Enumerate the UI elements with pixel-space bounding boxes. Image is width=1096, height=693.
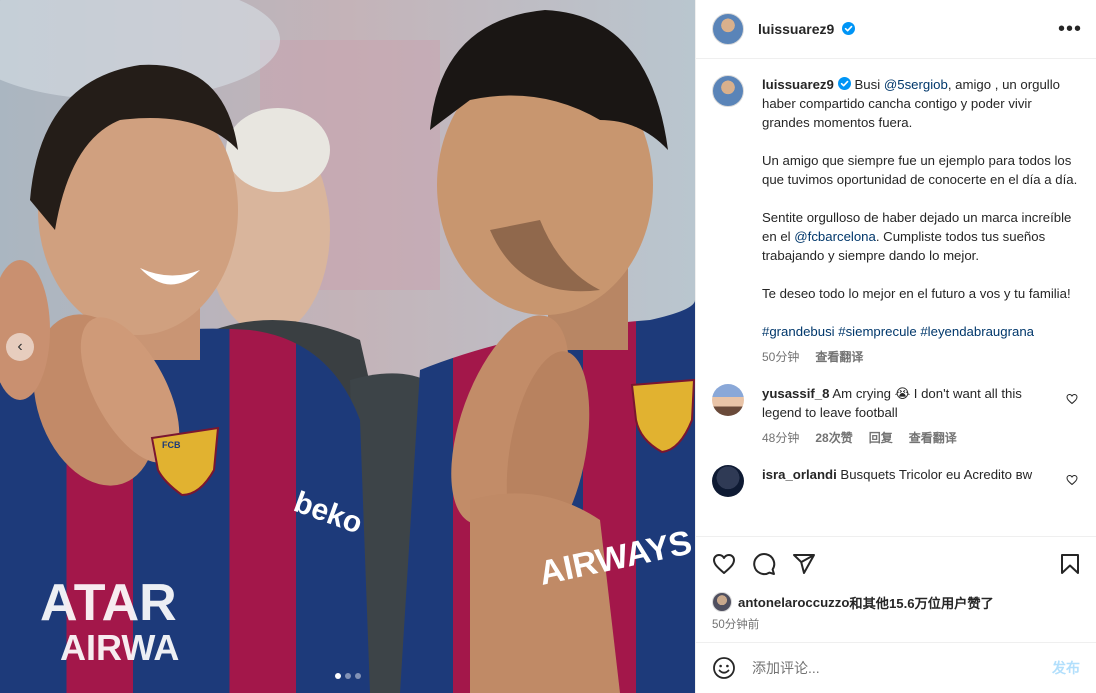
comments-section: luissuarez9 Busi @5sergiob, amigo , un o… <box>696 59 1096 536</box>
author-avatar[interactable] <box>712 13 744 45</box>
svg-text:ATAR: ATAR <box>40 574 177 632</box>
post-header: luissuarez9 ••• <box>696 0 1096 59</box>
reply-button[interactable]: 回复 <box>869 429 893 448</box>
svg-text:AIRWA: AIRWA <box>60 627 179 668</box>
comment-bubble-icon[interactable] <box>752 552 776 576</box>
commenter-avatar[interactable] <box>712 465 744 497</box>
mention-link[interactable]: @5sergiob <box>884 77 948 92</box>
carousel-dot <box>344 673 351 679</box>
carousel-indicator <box>0 673 695 679</box>
emoji-icon[interactable] <box>712 656 736 680</box>
previous-photo-button[interactable]: ‹ <box>6 333 34 361</box>
commenter-avatar[interactable] <box>712 384 744 416</box>
likes-count-text[interactable]: 和其他15.6万位用户赞了 <box>849 593 993 612</box>
caption-time: 50分钟 <box>762 350 800 364</box>
hashtags[interactable]: #grandebusi #siemprecule #leyendabraugra… <box>762 322 1080 341</box>
comment-text: Am crying <box>829 386 895 401</box>
chevron-left-icon: ‹ <box>17 338 23 355</box>
comment-likes[interactable]: 28次赞 <box>815 429 852 448</box>
carousel-dot <box>334 673 341 679</box>
translate-button[interactable]: 查看翻译 <box>815 348 863 367</box>
caption-meta: 50分钟 查看翻译 <box>762 348 1080 367</box>
comment-item: isra_orlandi Busquets Tricolor eu Acredi… <box>712 465 1080 497</box>
caption: luissuarez9 Busi @5sergiob, amigo , un o… <box>712 75 1080 367</box>
like-heart-icon[interactable] <box>712 552 736 576</box>
post-photo: FCB beko ATAR AIRWA AIRWAYS <box>0 0 695 693</box>
share-send-icon[interactable] <box>792 552 816 576</box>
like-comment-heart-icon[interactable] <box>1066 474 1078 486</box>
post-details-panel: luissuarez9 ••• luissuarez9 Busi @5sergi… <box>695 0 1096 693</box>
caption-body: luissuarez9 Busi @5sergiob, amigo , un o… <box>762 75 1080 367</box>
crest-text-left: FCB <box>162 440 181 450</box>
mention-link[interactable]: @fcbarcelona <box>794 229 876 244</box>
caption-text: Un amigo que siempre fue un ejemplo para… <box>762 153 1078 187</box>
commenter-username[interactable]: yusassif_8 <box>762 386 829 401</box>
crying-emoji: 😭 <box>894 386 911 401</box>
caption-author-avatar[interactable] <box>712 75 744 107</box>
caption-username[interactable]: luissuarez9 <box>762 77 834 92</box>
translate-button[interactable]: 查看翻译 <box>909 429 957 448</box>
comment-time: 48分钟 <box>762 431 800 445</box>
more-options-icon[interactable]: ••• <box>1058 19 1082 39</box>
save-bookmark-icon[interactable] <box>1058 552 1082 576</box>
verified-badge-icon <box>837 77 851 90</box>
carousel-dot <box>354 673 361 679</box>
verified-badge-icon <box>842 22 856 35</box>
liker-avatar[interactable] <box>712 592 732 612</box>
likes-summary[interactable]: antonelaroccuzzo 和其他15.6万位用户赞了 <box>696 590 1096 614</box>
caption-text: Te deseo todo lo mejor en el futuro a vo… <box>762 286 1071 301</box>
comment-body: yusassif_8 Am crying 😭 I don't want all … <box>762 384 1062 448</box>
comment-body: isra_orlandi Busquets Tricolor eu Acredi… <box>762 465 1062 497</box>
comment-meta: 48分钟 28次赞 回复 查看翻译 <box>762 429 1062 448</box>
publish-button[interactable]: 发布 <box>1052 658 1080 678</box>
instagram-post: FCB beko ATAR AIRWA AIRWAYS ‹ luissuarez… <box>0 0 1096 693</box>
comment-item: yusassif_8 Am crying 😭 I don't want all … <box>712 384 1080 448</box>
caption-text: Busi <box>854 77 884 92</box>
add-comment-bar: 发布 <box>696 642 1096 693</box>
like-comment-heart-icon[interactable] <box>1066 393 1078 405</box>
comment-text: Busquets Tricolor eu Acredito ʙᴡ <box>836 467 1033 482</box>
author-username[interactable]: luissuarez9 <box>758 21 856 37</box>
liker-username[interactable]: antonelaroccuzzo <box>738 595 849 610</box>
commenter-username[interactable]: isra_orlandi <box>762 467 837 482</box>
action-bar <box>696 536 1096 590</box>
post-timestamp: 50分钟前 <box>712 619 760 631</box>
comment-input[interactable] <box>752 660 1052 676</box>
post-media[interactable]: FCB beko ATAR AIRWA AIRWAYS ‹ <box>0 0 695 693</box>
